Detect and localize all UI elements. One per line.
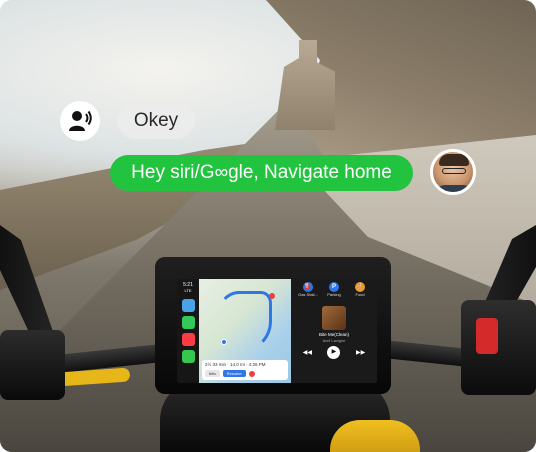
previous-track-icon[interactable]: ◀◀ <box>303 349 312 357</box>
riding-scene: 5:21 LTE 2½ 33 min · 14.0 mi · 4:26 PM I… <box>0 0 536 452</box>
food-icon: 🍴 <box>355 282 365 292</box>
kill-switch <box>476 318 498 354</box>
quick-actions: ⛽ Gas Stati... P Parking 🍴 Food <box>295 282 373 298</box>
track-artist: Avril Lavigne <box>322 338 346 343</box>
playback-controls: ◀◀ ▶ ▶▶ <box>295 346 373 359</box>
voice-command-bubble: Hey siri/G∞gle, Navigate home <box>110 155 413 191</box>
parking-icon: P <box>329 282 339 292</box>
music-icon[interactable] <box>181 333 195 346</box>
carplay-device: 5:21 LTE 2½ 33 min · 14.0 mi · 4:26 PM I… <box>155 257 391 394</box>
carplay-dock: 5:21 LTE <box>177 279 199 383</box>
maps-icon[interactable] <box>181 299 195 312</box>
dashboard-panel: ⛽ Gas Stati... P Parking 🍴 Food Bite Me(… <box>291 279 377 383</box>
gas-station-icon: ⛽ <box>303 282 313 292</box>
status-network: LTE <box>184 288 192 293</box>
speaking-person-icon <box>69 110 92 131</box>
tank-accent <box>330 420 420 452</box>
route-info-card: 2½ 33 min · 14.0 mi · 4:26 PM Info Resum… <box>202 360 288 380</box>
voice-assistant-avatar <box>60 101 100 141</box>
quick-action-label: Parking <box>327 292 341 297</box>
rider-avatar <box>430 149 476 195</box>
phone-icon[interactable] <box>181 316 195 329</box>
end-route-icon[interactable] <box>248 370 255 377</box>
right-switch-cluster <box>461 300 536 395</box>
quick-action-label: Gas Stati... <box>298 292 318 297</box>
play-icon[interactable]: ▶ <box>327 346 341 359</box>
assistant-reply-bubble: Okey <box>117 103 195 139</box>
info-button[interactable]: Info <box>205 370 220 377</box>
eta-text: 2½ 33 min · 14.0 mi · 4:26 PM <box>205 362 266 367</box>
destination-pin-icon <box>269 293 275 299</box>
left-switch-cluster <box>0 330 65 400</box>
quick-action-food[interactable]: 🍴 Food <box>347 282 373 298</box>
album-art[interactable] <box>322 306 346 330</box>
navigation-map[interactable]: 2½ 33 min · 14.0 mi · 4:26 PM Info Resum… <box>199 279 291 383</box>
quick-action-parking[interactable]: P Parking <box>321 282 347 298</box>
messages-icon[interactable] <box>181 350 195 363</box>
next-track-icon[interactable]: ▶▶ <box>356 349 365 357</box>
current-location-marker <box>221 339 227 345</box>
quick-action-gas[interactable]: ⛽ Gas Stati... <box>295 282 321 298</box>
quick-action-label: Food <box>355 292 365 297</box>
device-screen: 5:21 LTE 2½ 33 min · 14.0 mi · 4:26 PM I… <box>177 279 377 383</box>
resume-button[interactable]: Resume <box>222 370 246 377</box>
